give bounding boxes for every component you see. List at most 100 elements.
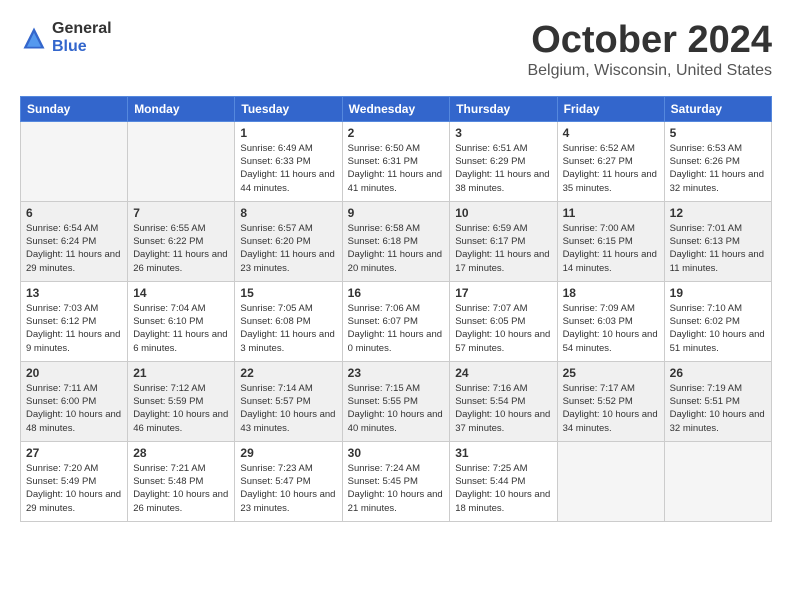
calendar-week-4: 20 Sunrise: 7:11 AMSunset: 6:00 PMDayligh… (21, 361, 772, 441)
day-number-8: 8 (240, 206, 336, 220)
calendar-cell-1-0: 6 Sunrise: 6:54 AMSunset: 6:24 PMDaylight… (21, 201, 128, 281)
day-info-3: Sunrise: 6:51 AMSunset: 6:29 PMDaylight:… (455, 142, 551, 195)
calendar-week-2: 6 Sunrise: 6:54 AMSunset: 6:24 PMDaylight… (21, 201, 772, 281)
calendar-cell-3-4: 24 Sunrise: 7:16 AMSunset: 5:54 PMDayligh… (450, 361, 557, 441)
title-section: October 2024 Belgium, Wisconsin, United … (527, 20, 772, 80)
calendar-cell-1-6: 12 Sunrise: 7:01 AMSunset: 6:13 PMDayligh… (664, 201, 771, 281)
calendar-cell-3-3: 23 Sunrise: 7:15 AMSunset: 5:55 PMDayligh… (342, 361, 450, 441)
day-info-11: Sunrise: 7:00 AMSunset: 6:15 PMDaylight:… (563, 222, 659, 275)
calendar-cell-4-2: 29 Sunrise: 7:23 AMSunset: 5:47 PMDayligh… (235, 441, 342, 521)
day-number-21: 21 (133, 366, 229, 380)
day-number-23: 23 (348, 366, 445, 380)
header-monday: Monday (128, 96, 235, 121)
day-info-21: Sunrise: 7:12 AMSunset: 5:59 PMDaylight:… (133, 382, 229, 435)
calendar-week-3: 13Sunrise: 7:03 AMSunset: 6:12 PMDayligh… (21, 281, 772, 361)
day-info-1: Sunrise: 6:49 AMSunset: 6:33 PMDaylight:… (240, 142, 336, 195)
day-info-6: Sunrise: 6:54 AMSunset: 6:24 PMDaylight:… (26, 222, 122, 275)
header-thursday: Thursday (450, 96, 557, 121)
calendar-cell-2-2: 15Sunrise: 7:05 AMSunset: 6:08 PMDayligh… (235, 281, 342, 361)
calendar-cell-4-5 (557, 441, 664, 521)
day-number-17: 17 (455, 286, 551, 300)
calendar-cell-1-3: 9 Sunrise: 6:58 AMSunset: 6:18 PMDaylight… (342, 201, 450, 281)
day-number-1: 1 (240, 126, 336, 140)
calendar-cell-3-6: 26 Sunrise: 7:19 AMSunset: 5:51 PMDayligh… (664, 361, 771, 441)
day-number-14: 14 (133, 286, 229, 300)
day-info-23: Sunrise: 7:15 AMSunset: 5:55 PMDaylight:… (348, 382, 445, 435)
calendar-cell-2-6: 19Sunrise: 7:10 AMSunset: 6:02 PMDayligh… (664, 281, 771, 361)
day-number-26: 26 (670, 366, 766, 380)
calendar-cell-2-0: 13Sunrise: 7:03 AMSunset: 6:12 PMDayligh… (21, 281, 128, 361)
day-number-28: 28 (133, 446, 229, 460)
calendar-cell-2-5: 18 Sunrise: 7:09 AMSunset: 6:03 PMDayligh… (557, 281, 664, 361)
day-number-25: 25 (563, 366, 659, 380)
calendar-table: Sunday Monday Tuesday Wednesday Thursday… (20, 96, 772, 522)
day-number-13: 13 (26, 286, 122, 300)
day-info-2: Sunrise: 6:50 AMSunset: 6:31 PMDaylight:… (348, 142, 445, 195)
day-number-16: 16 (348, 286, 445, 300)
day-info-19: Sunrise: 7:10 AMSunset: 6:02 PMDaylight:… (670, 302, 766, 355)
day-number-12: 12 (670, 206, 766, 220)
day-info-26: Sunrise: 7:19 AMSunset: 5:51 PMDaylight:… (670, 382, 766, 435)
calendar-cell-4-1: 28Sunrise: 7:21 AMSunset: 5:48 PMDayligh… (128, 441, 235, 521)
day-number-27: 27 (26, 446, 122, 460)
day-info-7: Sunrise: 6:55 AMSunset: 6:22 PMDaylight:… (133, 222, 229, 275)
calendar-week-1: 1 Sunrise: 6:49 AMSunset: 6:33 PMDaylight… (21, 121, 772, 201)
calendar-cell-3-2: 22 Sunrise: 7:14 AMSunset: 5:57 PMDayligh… (235, 361, 342, 441)
day-info-31: Sunrise: 7:25 AMSunset: 5:44 PMDaylight:… (455, 462, 551, 515)
day-number-6: 6 (26, 206, 122, 220)
calendar-cell-0-6: 5 Sunrise: 6:53 AMSunset: 6:26 PMDaylight… (664, 121, 771, 201)
day-info-24: Sunrise: 7:16 AMSunset: 5:54 PMDaylight:… (455, 382, 551, 435)
calendar-cell-4-4: 31 Sunrise: 7:25 AMSunset: 5:44 PMDayligh… (450, 441, 557, 521)
calendar-cell-4-0: 27Sunrise: 7:20 AMSunset: 5:49 PMDayligh… (21, 441, 128, 521)
calendar-cell-0-1 (128, 121, 235, 201)
day-number-22: 22 (240, 366, 336, 380)
day-info-22: Sunrise: 7:14 AMSunset: 5:57 PMDaylight:… (240, 382, 336, 435)
calendar-cell-3-1: 21 Sunrise: 7:12 AMSunset: 5:59 PMDayligh… (128, 361, 235, 441)
calendar-cell-3-0: 20 Sunrise: 7:11 AMSunset: 6:00 PMDayligh… (21, 361, 128, 441)
calendar-cell-0-3: 2 Sunrise: 6:50 AMSunset: 6:31 PMDaylight… (342, 121, 450, 201)
calendar-cell-4-6 (664, 441, 771, 521)
calendar-cell-1-2: 8 Sunrise: 6:57 AMSunset: 6:20 PMDaylight… (235, 201, 342, 281)
calendar-cell-2-4: 17 Sunrise: 7:07 AMSunset: 6:05 PMDayligh… (450, 281, 557, 361)
day-number-31: 31 (455, 446, 551, 460)
day-number-18: 18 (563, 286, 659, 300)
calendar-cell-0-0 (21, 121, 128, 201)
calendar-week-5: 27Sunrise: 7:20 AMSunset: 5:49 PMDayligh… (21, 441, 772, 521)
day-info-25: Sunrise: 7:17 AMSunset: 5:52 PMDaylight:… (563, 382, 659, 435)
day-number-20: 20 (26, 366, 122, 380)
month-title: October 2024 (527, 20, 772, 62)
day-info-17: Sunrise: 7:07 AMSunset: 6:05 PMDaylight:… (455, 302, 551, 355)
day-number-7: 7 (133, 206, 229, 220)
location-text: Belgium, Wisconsin, United States (527, 62, 772, 80)
day-number-30: 30 (348, 446, 445, 460)
day-info-14: Sunrise: 7:04 AMSunset: 6:10 PMDaylight:… (133, 302, 229, 355)
day-info-18: Sunrise: 7:09 AMSunset: 6:03 PMDaylight:… (563, 302, 659, 355)
day-info-5: Sunrise: 6:53 AMSunset: 6:26 PMDaylight:… (670, 142, 766, 195)
logo-icon (20, 24, 48, 52)
day-info-12: Sunrise: 7:01 AMSunset: 6:13 PMDaylight:… (670, 222, 766, 275)
day-info-16: Sunrise: 7:06 AMSunset: 6:07 PMDaylight:… (348, 302, 445, 355)
day-number-5: 5 (670, 126, 766, 140)
day-number-9: 9 (348, 206, 445, 220)
calendar-cell-2-3: 16 Sunrise: 7:06 AMSunset: 6:07 PMDayligh… (342, 281, 450, 361)
calendar-cell-0-4: 3Sunrise: 6:51 AMSunset: 6:29 PMDaylight… (450, 121, 557, 201)
day-number-2: 2 (348, 126, 445, 140)
header-sunday: Sunday (21, 96, 128, 121)
day-number-29: 29 (240, 446, 336, 460)
day-info-29: Sunrise: 7:23 AMSunset: 5:47 PMDaylight:… (240, 462, 336, 515)
day-info-30: Sunrise: 7:24 AMSunset: 5:45 PMDaylight:… (348, 462, 445, 515)
calendar-cell-2-1: 14 Sunrise: 7:04 AMSunset: 6:10 PMDayligh… (128, 281, 235, 361)
calendar-cell-1-5: 11Sunrise: 7:00 AMSunset: 6:15 PMDayligh… (557, 201, 664, 281)
calendar-header-row: Sunday Monday Tuesday Wednesday Thursday… (21, 96, 772, 121)
day-info-8: Sunrise: 6:57 AMSunset: 6:20 PMDaylight:… (240, 222, 336, 275)
day-number-24: 24 (455, 366, 551, 380)
calendar-cell-1-1: 7 Sunrise: 6:55 AMSunset: 6:22 PMDaylight… (128, 201, 235, 281)
header-friday: Friday (557, 96, 664, 121)
day-number-15: 15 (240, 286, 336, 300)
calendar-cell-0-5: 4Sunrise: 6:52 AMSunset: 6:27 PMDaylight… (557, 121, 664, 201)
page-header: General Blue October 2024 Belgium, Wisco… (20, 20, 772, 80)
day-info-9: Sunrise: 6:58 AMSunset: 6:18 PMDaylight:… (348, 222, 445, 275)
day-info-20: Sunrise: 7:11 AMSunset: 6:00 PMDaylight:… (26, 382, 122, 435)
day-info-10: Sunrise: 6:59 AMSunset: 6:17 PMDaylight:… (455, 222, 551, 275)
logo-general-text: General (52, 20, 112, 38)
